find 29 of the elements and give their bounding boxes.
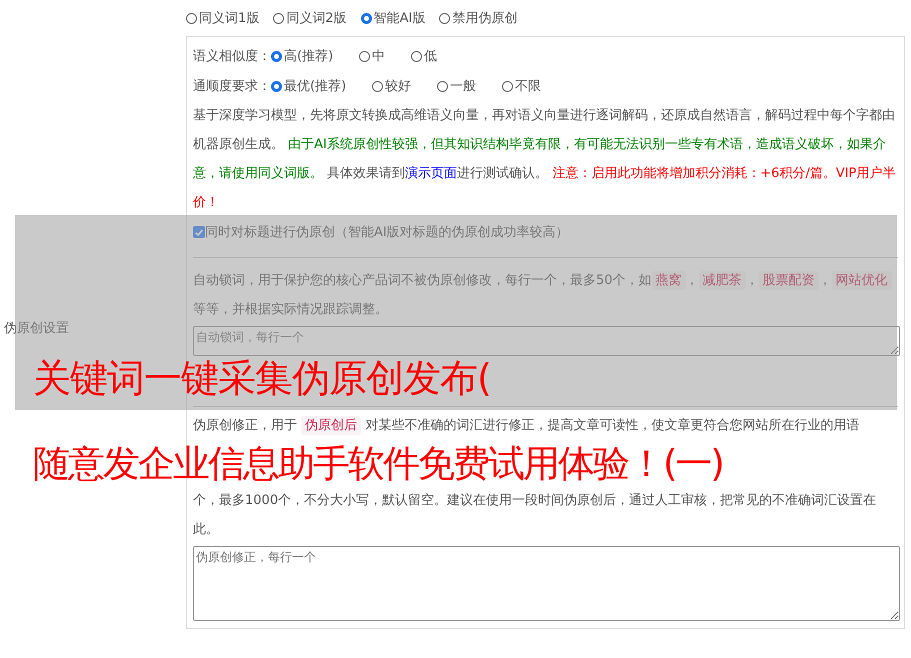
fluency-radio[interactable]: 一般 <box>437 77 476 95</box>
lock-words-field[interactable]: 自动锁词，每行一个 <box>193 326 900 356</box>
keyword-tag: 股票配资 <box>758 271 819 290</box>
checkmark-icon <box>194 226 204 238</box>
demo-link[interactable]: 演示页面 <box>405 166 458 181</box>
keyword-tag: 减肥茶 <box>698 271 746 290</box>
lock-words-text: 自动锁词，用于保护您的核心产品词不被伪原创修改，每行一个，最多50个，如 燕窝 ， 减肥茶 ， 股票配资 ， 网站优化 等等，并根据实际情况跟踪调整。 <box>193 266 904 324</box>
keyword-tag: 伪原创后 <box>301 416 362 435</box>
section-label: 伪原创设置 <box>4 320 69 337</box>
mode-radio[interactable]: 同义词1版 <box>186 9 260 27</box>
keyword-tag: 燕窝 <box>652 271 686 290</box>
fluency-radio[interactable]: 较好 <box>372 77 412 95</box>
fluency-label: 通顺度要求： <box>193 78 271 95</box>
overlay-title: 关键词一键采集伪原创发布( <box>33 356 491 400</box>
fluency-radio[interactable]: 最优(推荐) <box>271 77 346 95</box>
correction-text: 个，最多1000个，不分大小写，默认留空。建议在使用一段时间伪原创后，通过人工审核，把常见的不准确词汇设置在此。 <box>193 492 878 539</box>
similarity-radio[interactable]: 中 <box>359 47 386 65</box>
similarity-radio[interactable]: 低 <box>411 47 438 65</box>
description-text: 基于深度学习模型，先将原文转换成高维语义向量，再对语义向量进行逐词解码，还原成自然语言，解码过程中每个字都由机器原创生成。 由于AI系统原创性较强，但其知识结构毕竟有限，有可能无法识别一些专有术语，造成语义破坏，如果介意，请使用同义词版。 具体效果请到演示页面进行测试确认。 注意：启用此功能将增加积分消耗：+6积分/篇。VIP用户半价！ <box>193 107 896 212</box>
mode-radio[interactable]: 智能AI版 <box>360 9 426 27</box>
overlay-title: 随意发企业信息助手软件免费试用体验！(一) <box>33 442 723 486</box>
correction-text: 伪原创修正，用于 伪原创后 对某些不准确的词汇进行修正，提高文章可读性，使文章更符合您网站所在行业的用语 <box>193 415 860 437</box>
mode-radio[interactable]: 同义词2版 <box>273 9 347 27</box>
mode-radio[interactable]: 禁用伪原创 <box>439 9 518 27</box>
fluency-radio[interactable]: 不限 <box>502 77 542 95</box>
correction-field[interactable]: 伪原创修正，每行一个 <box>193 546 900 621</box>
keyword-tag: 网站优化 <box>832 271 892 290</box>
similarity-label: 语义相似度： <box>193 48 271 65</box>
similarity-radio[interactable]: 高(推荐) <box>271 47 334 65</box>
